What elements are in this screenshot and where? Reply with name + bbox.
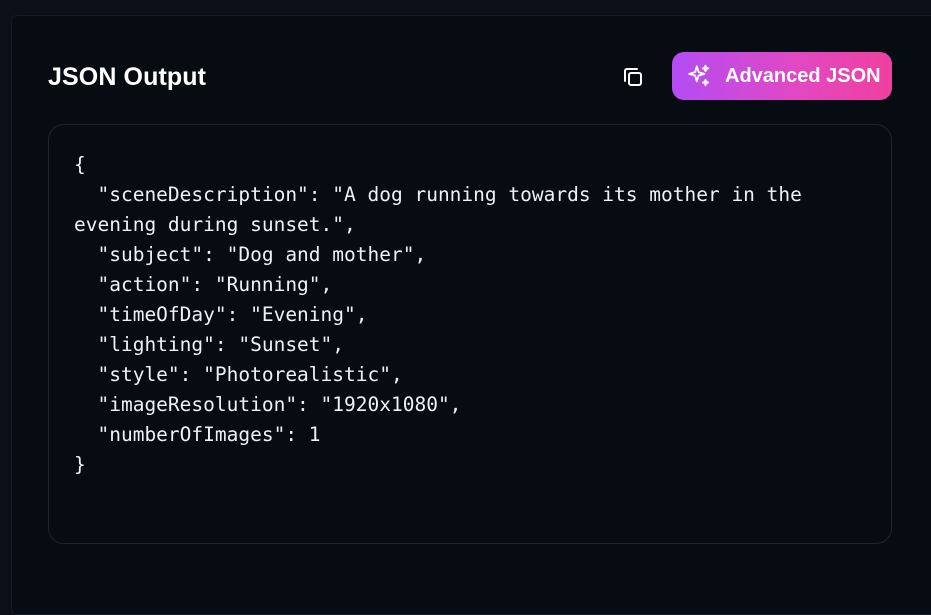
sparkles-icon xyxy=(686,63,712,89)
json-code-box: { "sceneDescription": "A dog running tow… xyxy=(48,124,892,544)
page-title: JSON Output xyxy=(48,63,207,91)
code-line: } xyxy=(74,453,86,476)
copy-icon xyxy=(624,68,642,86)
code-line: { xyxy=(74,153,86,176)
json-code: { "sceneDescription": "A dog running tow… xyxy=(74,150,802,480)
code-line: "numberOfImages": 1 xyxy=(74,423,321,446)
advanced-json-button[interactable]: Advanced JSON xyxy=(672,52,892,100)
code-line: "action": "Running", xyxy=(74,273,333,296)
code-line: "subject": "Dog and mother", xyxy=(74,243,427,266)
code-line: "timeOfDay": "Evening", xyxy=(74,303,368,326)
code-line: "imageResolution": "1920x1080", xyxy=(74,393,462,416)
code-line: "style": "Photorealistic", xyxy=(74,363,403,386)
code-line: "sceneDescription": "A dog running towar… xyxy=(74,183,802,206)
code-line: evening during sunset.", xyxy=(74,213,356,236)
copy-button[interactable] xyxy=(618,62,648,92)
advanced-json-label: Advanced JSON xyxy=(725,64,881,87)
code-line: "lighting": "Sunset", xyxy=(74,333,345,356)
